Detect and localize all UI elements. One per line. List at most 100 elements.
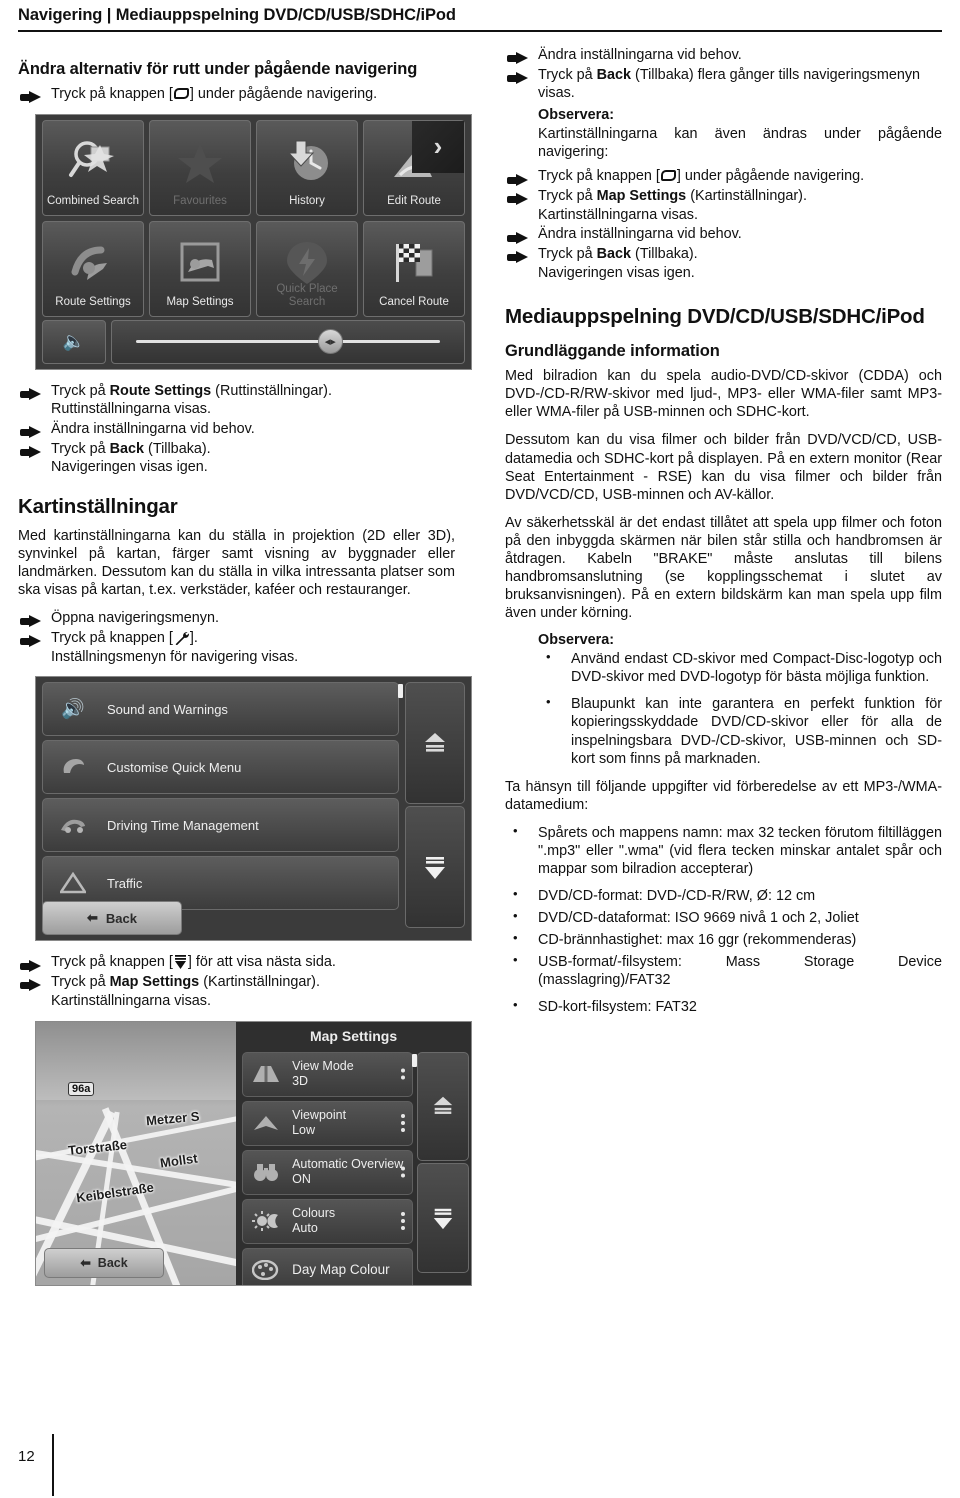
driving-time-icon [53, 815, 93, 835]
step-text-bold: Route Settings [109, 382, 212, 399]
step-text-bold: Map Settings [596, 188, 687, 205]
step-text-pre: Tryck på knappen [ [51, 85, 173, 102]
step-text-post: (Tillbaka). [144, 440, 211, 457]
hand-pointer-icon [20, 629, 46, 648]
hand-pointer-icon [20, 953, 46, 972]
hand-pointer-icon [507, 225, 533, 244]
map-row-label: View Mode [292, 1059, 354, 1074]
step-text-pre: Tryck på knappen [ [51, 954, 173, 971]
step-press-back: Tryck på Back (Tillbaka). Navigeringen v… [18, 440, 455, 477]
stepper-dots-icon[interactable] [401, 1068, 405, 1080]
paragraph-media-4: Ta hänsyn till följande uppgifter vid fö… [505, 778, 942, 813]
checkered-flag-icon [364, 232, 464, 294]
map-row-view-mode[interactable]: View Mode 3D [242, 1051, 413, 1097]
step-text-pre: Tryck på knappen [ [51, 629, 173, 646]
step-text-pre: Tryck på [51, 974, 110, 991]
tile-history[interactable]: History [256, 119, 358, 216]
page-up-icon[interactable] [417, 1051, 469, 1162]
map-row-label: Automatic Overview [292, 1157, 404, 1172]
map-row-text: Viewpoint Low [292, 1108, 346, 1138]
screenshot-settings-menu: 🔊 Sound and Warnings Customise Quick Men… [35, 676, 472, 942]
map-street-label: Mollst [159, 1150, 199, 1171]
step-press-map-settings: Tryck på Map Settings (Kartinställningar… [18, 973, 455, 1010]
tile-label: Map Settings [166, 295, 234, 308]
step-result: Ruttinställningarna visas. [51, 401, 211, 418]
settings-row-driving-time-management[interactable]: Driving Time Management [42, 798, 399, 853]
speaker-icon[interactable]: 🔈 [42, 319, 106, 364]
volume-slider[interactable]: ◂▸ [111, 319, 465, 364]
step-text-pre: Ändra inställningarna vid behov. [538, 226, 742, 243]
map-row-label: Colours [292, 1206, 336, 1221]
page-down-icon[interactable] [405, 806, 465, 928]
tile-edit-route[interactable]: Edit Route › [363, 119, 465, 216]
map-row-viewpoint[interactable]: Viewpoint Low [242, 1100, 413, 1146]
hand-pointer-icon [20, 85, 46, 104]
step-result: Kartinställningarna visas. [538, 206, 698, 223]
tile-label: Cancel Route [379, 295, 449, 308]
list-item: USB-format/-filsystem: Mass Storage Devi… [505, 952, 942, 989]
slider-knob[interactable]: ◂▸ [317, 329, 343, 355]
hand-pointer-icon [20, 420, 46, 439]
note-block-2: Observera: [505, 632, 942, 648]
map-row-value: Auto [292, 1221, 318, 1235]
row-label: Sound and Warnings [107, 701, 228, 717]
star-icon [150, 131, 250, 193]
stepper-dots-icon[interactable] [401, 1114, 405, 1132]
map-row-colours[interactable]: Colours Auto [242, 1198, 413, 1244]
tile-map-settings[interactable]: Map Settings [149, 220, 251, 317]
view-mode-icon [249, 1064, 283, 1084]
page-number: 12 [18, 1448, 35, 1465]
step-text-post: (Kartinställningar). [199, 974, 320, 991]
page-down-key-icon [174, 955, 187, 970]
map-row-text: Day Map Colour [292, 1262, 390, 1278]
back-arrow-icon: ⬅ [80, 1256, 91, 1270]
page-down-icon[interactable] [417, 1163, 469, 1274]
right-column: Ändra inställningarna vid behov. Tryck p… [505, 46, 942, 1027]
tile-label: Favourites [173, 194, 227, 207]
tile-combined-search[interactable]: Combined Search [42, 119, 144, 216]
scroll-position-indicator [398, 684, 403, 699]
step-result: Kartinställningarna visas. [51, 992, 211, 1009]
step-text-post: ] under pågående navigering. [189, 85, 378, 102]
map-back-button[interactable]: ⬅ Back [44, 1247, 164, 1278]
map-row-label: Viewpoint [292, 1108, 347, 1123]
back-button[interactable]: ⬅ Back [42, 901, 182, 936]
slider-track [136, 340, 440, 344]
wrench-key-icon [174, 631, 189, 646]
note-label: Observera: [538, 632, 614, 649]
map-settings-panel: Map Settings View Mode 3D Viewpoint Low … [236, 1021, 471, 1285]
map-settings-layout: 96a Metzer S Torstraße Mollst Keibelstra… [36, 1021, 471, 1285]
settings-row-sound-and-warnings[interactable]: 🔊 Sound and Warnings [42, 682, 399, 737]
step-list-note1: Tryck på knappen [] under pågående navig… [505, 167, 942, 282]
map-row-value: ON [292, 1172, 311, 1186]
tile-quick-place-search[interactable]: Quick Place Search [256, 220, 358, 317]
map-row-day-map-colour[interactable]: Day Map Colour [242, 1247, 413, 1285]
paragraph-map-settings-intro: Med kartinställningarna kan du ställa in… [18, 527, 455, 599]
page-up-icon[interactable] [405, 682, 465, 804]
step-change-settings-note1: Ändra inställningarna vid behov. [505, 225, 942, 244]
back-label: Back [105, 910, 137, 926]
tile-favourites[interactable]: Favourites [149, 119, 251, 216]
note-block-1: Observera: Kartinställningarna kan även … [505, 107, 942, 161]
sun-moon-icon [249, 1211, 283, 1231]
footer-rule [52, 1434, 54, 1496]
tile-route-settings[interactable]: Route Settings [42, 220, 144, 317]
map-row-automatic-overview[interactable]: Automatic Overview ON [242, 1149, 413, 1195]
step-text-bold: Back [596, 246, 632, 263]
stepper-dots-icon[interactable] [401, 1166, 405, 1178]
step-text-pre: Tryck på [51, 382, 110, 399]
tile-cancel-route[interactable]: Cancel Route [363, 220, 465, 317]
magnifier-star-icon [43, 131, 143, 193]
map-key-icon [660, 170, 676, 182]
step-list-route-settings: Tryck på Route Settings (Ruttinställning… [18, 382, 455, 478]
viewpoint-icon [249, 1113, 283, 1133]
step-list-open-settings: Öppna navigeringsmenyn. Tryck på knappen… [18, 609, 455, 666]
step-text: Ändra inställningarna vid behov. [538, 47, 742, 63]
heading-media-playback: Mediauppspelning DVD/CD/USB/SDHC/iPod [505, 304, 925, 328]
heading-kartinstallningar: Kartinställningar [18, 495, 178, 519]
settings-row-customise-quick-menu[interactable]: Customise Quick Menu [42, 740, 399, 795]
step-back-multiple: Tryck på Back (Tillbaka) flera gånger ti… [505, 66, 942, 103]
stepper-dots-icon[interactable] [401, 1212, 405, 1230]
step-open-nav-menu: Öppna navigeringsmenyn. [18, 609, 455, 628]
step-text-post: (Ruttinställningar). [211, 382, 332, 399]
